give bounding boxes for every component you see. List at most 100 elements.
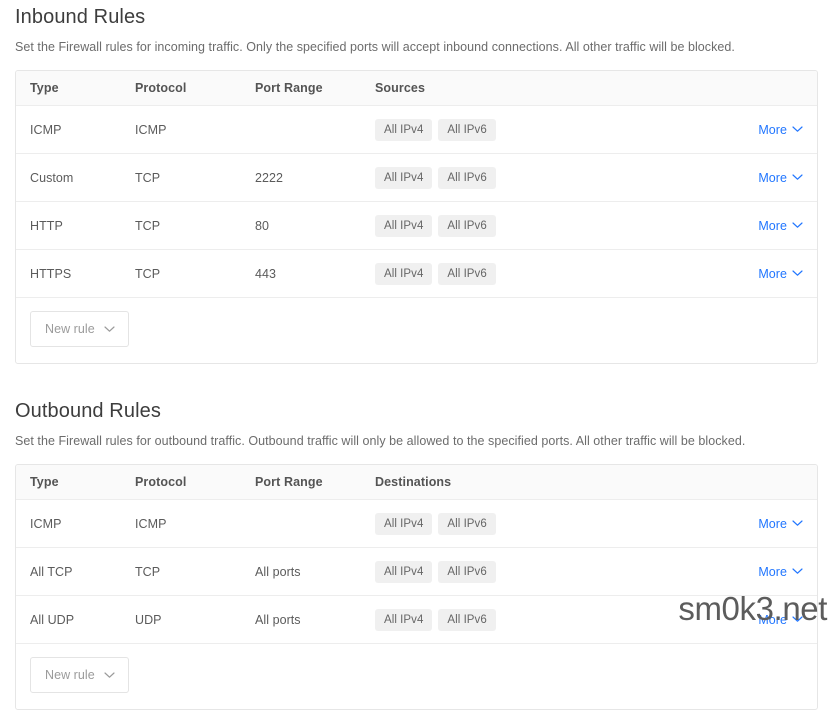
outbound-rules-table: Type Protocol Port Range Destinations IC…: [16, 465, 817, 644]
source-chip: All IPv6: [438, 262, 496, 285]
cell-protocol: TCP: [135, 249, 255, 298]
cell-protocol: TCP: [135, 201, 255, 250]
source-chip: All IPv6: [438, 118, 496, 141]
table-row: All UDP UDP All ports All IPv4 All IPv6 More: [16, 595, 817, 644]
table-row: ICMP ICMP All IPv4 All IPv6 More: [16, 499, 817, 548]
more-link[interactable]: More: [758, 219, 803, 233]
outbound-col-actions: [713, 465, 817, 500]
cell-sources: All IPv4 All IPv6: [375, 153, 713, 202]
more-link[interactable]: More: [758, 123, 803, 137]
cell-type: All TCP: [16, 547, 135, 596]
cell-type: ICMP: [16, 105, 135, 154]
table-row: Custom TCP 2222 All IPv4 All IPv6 More: [16, 153, 817, 202]
chip-group: All IPv4 All IPv6: [375, 608, 713, 631]
table-row: All TCP TCP All ports All IPv4 All IPv6 More: [16, 547, 817, 596]
cell-protocol: UDP: [135, 595, 255, 644]
cell-type: HTTP: [16, 201, 135, 250]
source-chip: All IPv4: [375, 512, 433, 535]
inbound-new-rule-label: New rule: [45, 322, 95, 336]
more-link[interactable]: More: [758, 565, 803, 579]
cell-sources: All IPv4 All IPv6: [375, 595, 713, 644]
cell-actions: More: [713, 249, 817, 298]
chevron-down-icon: [792, 222, 803, 229]
cell-port-range: [255, 499, 375, 548]
outbound-rules-card: Type Protocol Port Range Destinations IC…: [15, 464, 818, 710]
chevron-down-icon: [792, 126, 803, 133]
inbound-section-description: Set the Firewall rules for incoming traf…: [15, 40, 735, 54]
more-link[interactable]: More: [758, 171, 803, 185]
more-link-label: More: [758, 122, 787, 137]
cell-protocol: TCP: [135, 547, 255, 596]
cell-protocol: TCP: [135, 153, 255, 202]
more-link-label: More: [758, 266, 787, 281]
inbound-col-sources: Sources: [375, 71, 713, 106]
cell-sources: All IPv4 All IPv6: [375, 547, 713, 596]
table-row: ICMP ICMP All IPv4 All IPv6 More: [16, 105, 817, 154]
outbound-table-body: ICMP ICMP All IPv4 All IPv6 More All TCP TCP Al…: [16, 499, 817, 644]
inbound-col-actions: [713, 71, 817, 106]
source-chip: All IPv6: [438, 560, 496, 583]
cell-type: Custom: [16, 153, 135, 202]
cell-actions: More: [713, 595, 817, 644]
cell-protocol: ICMP: [135, 105, 255, 154]
more-link-label: More: [758, 564, 787, 579]
chip-group: All IPv4 All IPv6: [375, 512, 713, 535]
cell-port-range: 2222: [255, 153, 375, 202]
chevron-down-icon: [792, 568, 803, 575]
more-link[interactable]: More: [758, 267, 803, 281]
cell-port-range: 443: [255, 249, 375, 298]
cell-sources: All IPv4 All IPv6: [375, 105, 713, 154]
cell-sources: All IPv4 All IPv6: [375, 499, 713, 548]
cell-sources: All IPv4 All IPv6: [375, 201, 713, 250]
source-chip: All IPv4: [375, 608, 433, 631]
inbound-rules-card: Type Protocol Port Range Sources ICMP ICM…: [15, 70, 818, 364]
source-chip: All IPv4: [375, 118, 433, 141]
outbound-col-port: Port Range: [255, 465, 375, 500]
inbound-col-type: Type: [16, 71, 135, 106]
chip-group: All IPv4 All IPv6: [375, 166, 713, 189]
outbound-header-row: Type Protocol Port Range Destinations: [16, 465, 817, 500]
source-chip: All IPv6: [438, 512, 496, 535]
inbound-section-title: Inbound Rules: [15, 6, 146, 28]
cell-actions: More: [713, 153, 817, 202]
inbound-new-rule-button[interactable]: New rule: [30, 311, 129, 347]
chevron-down-icon: [104, 671, 115, 679]
more-link[interactable]: More: [758, 613, 803, 627]
table-row: HTTPS TCP 443 All IPv4 All IPv6 More: [16, 249, 817, 298]
outbound-table-head: Type Protocol Port Range Destinations: [16, 465, 817, 500]
chip-group: All IPv4 All IPv6: [375, 118, 713, 141]
outbound-col-type: Type: [16, 465, 135, 500]
source-chip: All IPv4: [375, 262, 433, 285]
cell-port-range: [255, 105, 375, 154]
chevron-down-icon: [792, 616, 803, 623]
outbound-card-footer: New rule: [16, 644, 817, 709]
chip-group: All IPv4 All IPv6: [375, 560, 713, 583]
inbound-col-protocol: Protocol: [135, 71, 255, 106]
outbound-new-rule-label: New rule: [45, 668, 95, 682]
inbound-table-head: Type Protocol Port Range Sources: [16, 71, 817, 106]
source-chip: All IPv4: [375, 560, 433, 583]
cell-type: HTTPS: [16, 249, 135, 298]
cell-actions: More: [713, 547, 817, 596]
more-link-label: More: [758, 612, 787, 627]
chevron-down-icon: [792, 520, 803, 527]
more-link[interactable]: More: [758, 517, 803, 531]
outbound-new-rule-button[interactable]: New rule: [30, 657, 129, 693]
more-link-label: More: [758, 170, 787, 185]
source-chip: All IPv6: [438, 166, 496, 189]
cell-port-range: All ports: [255, 547, 375, 596]
chip-group: All IPv4 All IPv6: [375, 214, 713, 237]
cell-actions: More: [713, 201, 817, 250]
chevron-down-icon: [792, 270, 803, 277]
source-chip: All IPv6: [438, 608, 496, 631]
inbound-card-footer: New rule: [16, 298, 817, 363]
cell-port-range: All ports: [255, 595, 375, 644]
cell-port-range: 80: [255, 201, 375, 250]
cell-actions: More: [713, 105, 817, 154]
more-link-label: More: [758, 516, 787, 531]
outbound-section-title: Outbound Rules: [15, 400, 161, 422]
source-chip: All IPv4: [375, 214, 433, 237]
outbound-section-description: Set the Firewall rules for outbound traf…: [15, 434, 746, 448]
more-link-label: More: [758, 218, 787, 233]
